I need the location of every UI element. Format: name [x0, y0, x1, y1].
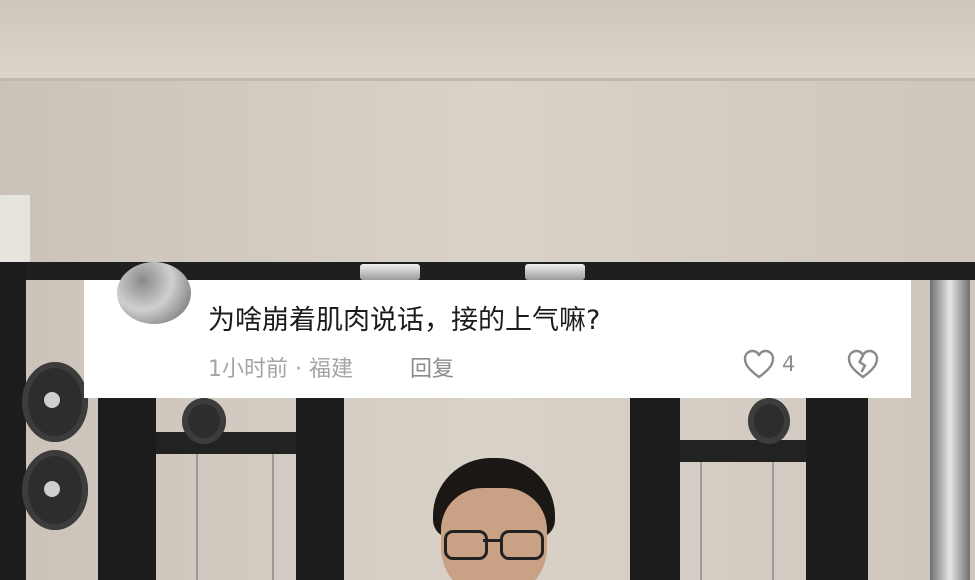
machine-crossbar — [156, 432, 296, 454]
machine-upright — [0, 262, 26, 580]
machine-upright — [98, 398, 156, 580]
reply-button[interactable]: 回复 — [410, 351, 454, 383]
pulley-hub — [44, 481, 60, 497]
bar-cap — [360, 264, 420, 280]
cable — [272, 454, 274, 580]
bar-cap — [525, 264, 585, 280]
ceiling — [0, 0, 975, 80]
cable — [196, 454, 198, 580]
machine-upright — [806, 398, 868, 580]
comment-meta: 1小时前 · 福建 — [208, 357, 353, 382]
glasses-bridge — [483, 539, 501, 542]
machine-upright-steel — [930, 280, 970, 580]
pulley — [748, 398, 790, 444]
pulley — [182, 398, 226, 444]
machine-crossbar — [680, 440, 806, 462]
glasses-lens — [444, 530, 488, 560]
cable — [700, 462, 702, 580]
avatar[interactable] — [117, 262, 191, 324]
comment-text: 为啥崩着肌肉说话，接的上气嘛? — [208, 305, 601, 336]
heart-outline-icon[interactable] — [742, 348, 776, 380]
machine-upright — [296, 398, 344, 580]
pulley-hub — [44, 392, 60, 408]
like-count: 4 — [782, 352, 796, 376]
machine-upright — [630, 398, 680, 580]
glasses-lens — [500, 530, 544, 560]
broken-heart-icon[interactable] — [846, 348, 880, 380]
cable — [772, 462, 774, 580]
